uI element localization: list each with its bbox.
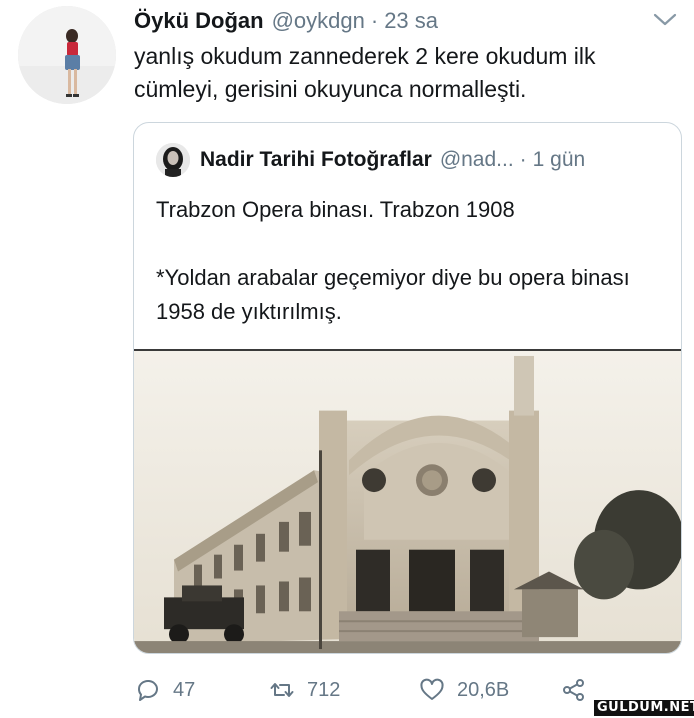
quoted-text-line: *Yoldan arabalar geçemiyor diye bu opera… bbox=[156, 265, 630, 324]
separator-dot: · bbox=[519, 148, 527, 171]
opera-building-photo bbox=[134, 351, 681, 653]
tweet-header: Öykü Doğan @oykdgn · 23 sa bbox=[134, 6, 438, 36]
retweet-button[interactable]: 712 bbox=[269, 672, 340, 708]
quoted-tweet[interactable]: Nadir Tarihi Fotoğraflar @nad... · 1 gün… bbox=[133, 122, 682, 654]
reply-icon bbox=[137, 679, 158, 701]
retweet-icon bbox=[270, 683, 294, 697]
quoted-avatar[interactable] bbox=[156, 143, 190, 177]
heart-icon bbox=[420, 678, 444, 700]
tweet-text: yanlış okudum zannederek 2 kere okudum i… bbox=[134, 43, 596, 102]
author-name[interactable]: Öykü Doğan bbox=[134, 8, 264, 34]
share-icon bbox=[563, 679, 584, 701]
watermark: GULDUM.NET bbox=[594, 700, 694, 716]
author-handle[interactable]: @oykdgn bbox=[272, 8, 365, 34]
quoted-header: Nadir Tarihi Fotoğraflar @nad... · 1 gün bbox=[200, 143, 585, 177]
quoted-text-line: Trabzon Opera binası. Trabzon 1908 bbox=[156, 197, 515, 222]
retweet-count: 712 bbox=[307, 678, 341, 701]
tweet-actions: 47 712 20,6B bbox=[133, 672, 653, 708]
quoted-time[interactable]: 1 gün bbox=[533, 148, 586, 172]
avatar-photo bbox=[18, 6, 116, 104]
tweet[interactable]: Öykü Doğan @oykdgn · 23 sa yanlış okudum… bbox=[0, 0, 694, 718]
separator-dot: · bbox=[370, 8, 379, 33]
quoted-photo[interactable] bbox=[134, 349, 681, 653]
like-button[interactable]: 20,6B bbox=[419, 672, 509, 708]
quoted-avatar-photo bbox=[156, 143, 190, 177]
share-button[interactable] bbox=[561, 672, 587, 708]
like-count: 20,6B bbox=[457, 678, 510, 701]
chevron-down-icon[interactable] bbox=[652, 10, 678, 30]
avatar[interactable] bbox=[18, 6, 116, 104]
quoted-author-name[interactable]: Nadir Tarihi Fotoğraflar bbox=[200, 148, 432, 172]
tweet-time[interactable]: 23 sa bbox=[384, 8, 438, 34]
reply-button[interactable]: 47 bbox=[135, 672, 195, 708]
quoted-text: Trabzon Opera binası. Trabzon 1908 *Yold… bbox=[156, 193, 666, 329]
quoted-author-handle[interactable]: @nad... bbox=[440, 148, 514, 172]
reply-count: 47 bbox=[173, 678, 196, 701]
